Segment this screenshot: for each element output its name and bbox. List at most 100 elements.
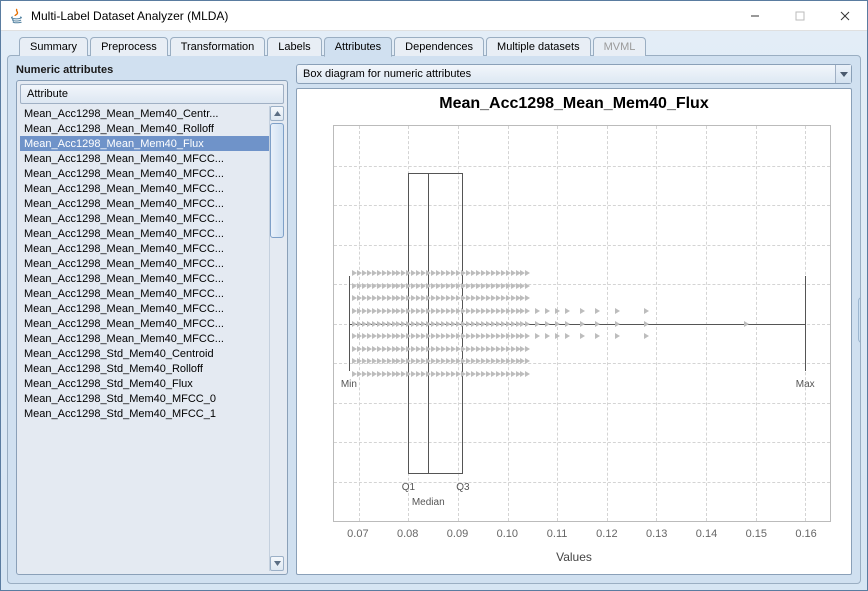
list-item[interactable]: Mean_Acc1298_Mean_Mem40_MFCC...	[20, 301, 269, 316]
data-point-icon	[565, 308, 570, 314]
whisker-min-cap	[349, 276, 350, 371]
label-max: Max	[796, 379, 815, 390]
label-min: Min	[341, 379, 357, 390]
list-item[interactable]: Mean_Acc1298_Mean_Mem40_MFCC...	[20, 241, 269, 256]
attribute-list[interactable]: Mean_Acc1298_Mean_Mem40_Centr...Mean_Acc…	[20, 106, 269, 571]
x-axis-title: Values	[297, 550, 851, 564]
minimize-button[interactable]	[732, 1, 777, 30]
list-item[interactable]: Mean_Acc1298_Mean_Mem40_MFCC...	[20, 181, 269, 196]
list-item[interactable]: Mean_Acc1298_Mean_Mem40_MFCC...	[20, 256, 269, 271]
data-point-icon	[644, 321, 649, 327]
list-item[interactable]: Mean_Acc1298_Mean_Mem40_MFCC...	[20, 331, 269, 346]
x-tick-label: 0.10	[497, 528, 518, 540]
data-point-icon	[595, 308, 600, 314]
tab-row: SummaryPreprocessTransformationLabelsAtt…	[19, 37, 861, 56]
left-column: Numeric attributes Attribute Mean_Acc129…	[16, 64, 288, 575]
list-item[interactable]: Mean_Acc1298_Std_Mem40_MFCC_1	[20, 406, 269, 421]
list-item[interactable]: Mean_Acc1298_Mean_Mem40_MFCC...	[20, 316, 269, 331]
x-tick-label: 0.12	[596, 528, 617, 540]
plot-area: MinMaxQ1Q3Median	[333, 125, 831, 522]
x-tick-label: 0.11	[547, 528, 568, 540]
titlebar: Multi-Label Dataset Analyzer (MLDA)	[1, 1, 867, 31]
column-header-attribute[interactable]: Attribute	[20, 84, 284, 104]
data-point-icon	[525, 346, 530, 352]
x-tick-label: 0.07	[347, 528, 368, 540]
list-item[interactable]: Mean_Acc1298_Mean_Mem40_Flux	[20, 136, 269, 151]
window-title: Multi-Label Dataset Analyzer (MLDA)	[31, 9, 732, 23]
java-icon	[9, 8, 25, 24]
scroll-down-button[interactable]	[270, 556, 284, 571]
tab-labels[interactable]: Labels	[267, 37, 321, 56]
data-point-icon	[545, 308, 550, 314]
data-point-icon	[644, 333, 649, 339]
maximize-button[interactable]	[777, 1, 822, 30]
scroll-thumb[interactable]	[270, 123, 284, 238]
list-item[interactable]: Mean_Acc1298_Mean_Mem40_MFCC...	[20, 226, 269, 241]
chart-area: Mean_Acc1298_Mean_Mem40_Flux MinMaxQ1Q3M…	[296, 88, 852, 575]
app-window: Multi-Label Dataset Analyzer (MLDA) Summ…	[0, 0, 868, 591]
tab-summary[interactable]: Summary	[19, 37, 88, 56]
scroll-track[interactable]	[270, 121, 284, 556]
data-point-icon	[525, 283, 530, 289]
data-point-icon	[525, 270, 530, 276]
data-point-icon	[545, 333, 550, 339]
tab-attributes[interactable]: Attributes	[324, 37, 392, 57]
data-point-icon	[555, 333, 560, 339]
list-item[interactable]: Mean_Acc1298_Mean_Mem40_MFCC...	[20, 196, 269, 211]
data-point-icon	[615, 321, 620, 327]
data-point-icon	[545, 321, 550, 327]
vertical-scrollbar[interactable]	[269, 106, 284, 571]
data-point-icon	[595, 321, 600, 327]
data-point-icon	[565, 333, 570, 339]
content-area: SummaryPreprocessTransformationLabelsAtt…	[1, 31, 867, 590]
x-tick-label: 0.09	[447, 528, 468, 540]
data-point-icon	[744, 321, 749, 327]
list-item[interactable]: Mean_Acc1298_Mean_Mem40_Rolloff	[20, 121, 269, 136]
data-point-icon	[525, 371, 530, 377]
list-item[interactable]: Mean_Acc1298_Mean_Mem40_MFCC...	[20, 211, 269, 226]
scroll-up-button[interactable]	[270, 106, 284, 121]
list-item[interactable]: Mean_Acc1298_Std_Mem40_Centroid	[20, 346, 269, 361]
x-tick-label: 0.08	[397, 528, 418, 540]
x-tick-label: 0.13	[646, 528, 667, 540]
x-axis-ticks: 0.07 0.08 0.09 0.10 0.11 0.12 0.13 0.14 0.15 0.16	[333, 528, 831, 542]
list-item[interactable]: Mean_Acc1298_Std_Mem40_Rolloff	[20, 361, 269, 376]
x-tick-label: 0.14	[696, 528, 717, 540]
list-item[interactable]: Mean_Acc1298_Std_Mem40_MFCC_0	[20, 391, 269, 406]
label-median: Median	[412, 497, 445, 508]
section-title: Numeric attributes	[16, 64, 288, 76]
data-point-icon	[535, 321, 540, 327]
data-point-icon	[595, 333, 600, 339]
data-point-icon	[525, 295, 530, 301]
data-point-icon	[525, 308, 530, 314]
data-point-icon	[555, 321, 560, 327]
data-point-icon	[565, 321, 570, 327]
chart-title: Mean_Acc1298_Mean_Mem40_Flux	[297, 89, 851, 113]
data-point-icon	[580, 333, 585, 339]
close-button[interactable]	[822, 1, 867, 30]
x-tick-label: 0.16	[795, 528, 816, 540]
list-item[interactable]: Mean_Acc1298_Mean_Mem40_MFCC...	[20, 286, 269, 301]
attribute-table: Attribute Mean_Acc1298_Mean_Mem40_Centr.…	[16, 80, 288, 575]
tab-mvml: MVML	[593, 37, 647, 56]
chart-type-selected: Box diagram for numeric attributes	[297, 68, 835, 80]
x-tick-label: 0.15	[746, 528, 767, 540]
tab-multiple-datasets[interactable]: Multiple datasets	[486, 37, 591, 56]
data-point-icon	[535, 333, 540, 339]
list-item[interactable]: Mean_Acc1298_Mean_Mem40_Centr...	[20, 106, 269, 121]
data-point-icon	[580, 321, 585, 327]
data-point-icon	[525, 358, 530, 364]
gridline	[334, 166, 830, 167]
tab-transformation[interactable]: Transformation	[170, 37, 266, 56]
list-item[interactable]: Mean_Acc1298_Mean_Mem40_MFCC...	[20, 271, 269, 286]
list-item[interactable]: Mean_Acc1298_Mean_Mem40_MFCC...	[20, 151, 269, 166]
tab-preprocess[interactable]: Preprocess	[90, 37, 168, 56]
whisker-max-cap	[805, 276, 806, 371]
label-q3: Q3	[456, 482, 469, 493]
list-item[interactable]: Mean_Acc1298_Std_Mem40_Flux	[20, 376, 269, 391]
data-point-icon	[580, 308, 585, 314]
chart-type-select[interactable]: Box diagram for numeric attributes	[296, 64, 852, 84]
tab-dependences[interactable]: Dependences	[394, 37, 484, 56]
panel-drag-handle-icon[interactable]	[858, 297, 861, 343]
list-item[interactable]: Mean_Acc1298_Mean_Mem40_MFCC...	[20, 166, 269, 181]
